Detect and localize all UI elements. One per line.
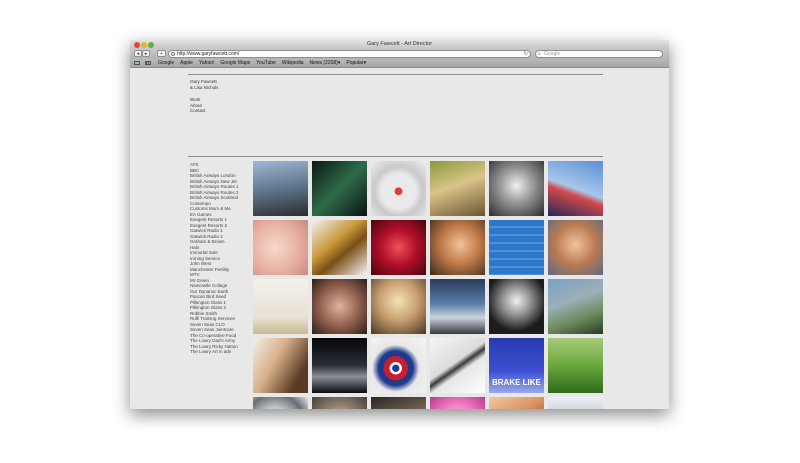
forward-button[interactable]: ▸ [142,50,150,57]
browser-toolbar: ◂ ▸ + http://www.garyfawcett.com/ ↻ ⌕ Go… [130,49,669,59]
site-owner-names: Gary Fawcett & Lisa Nichols [190,79,219,90]
moustache-man-tile[interactable] [548,220,603,275]
client-link[interactable]: Ruffi Training Services [190,316,239,322]
back-button[interactable]: ◂ [134,50,142,57]
client-link[interactable]: The Lowry Dad's Army [190,338,239,344]
globe-icon [171,52,175,56]
police-van-tile[interactable] [430,279,485,334]
bookmark-link[interactable]: Popular▾ [346,60,366,66]
clock-tower-tile[interactable] [253,161,308,216]
site-nav: Work About Contact [190,97,206,114]
swiss-knife-tile[interactable] [371,161,426,216]
brake-poster-tile[interactable]: BRAKE LIKE [489,338,544,393]
dark-shoe-tile[interactable] [312,338,367,393]
pen-tile[interactable] [430,338,485,393]
url-text: http://www.garyfawcett.com/ [177,51,240,57]
blonde-woman-tile[interactable] [371,279,426,334]
client-list: ATS BBC British Airways London British Airw… [190,162,239,355]
client-link[interactable]: British Airways London [190,173,239,179]
book-icon[interactable] [134,61,140,65]
easel-chair-tile[interactable] [253,279,308,334]
address-bar[interactable]: http://www.garyfawcett.com/ ↻ [168,50,531,58]
portfolio-grid: BRAKE LIKE [253,161,603,409]
sleeping-baby-tile[interactable] [253,220,308,275]
reload-icon[interactable]: ↻ [524,51,528,57]
page-content: Gary Fawcett & Lisa Nichols Work About Cont… [130,68,669,409]
microphone-tile[interactable] [489,279,544,334]
divider [188,156,603,157]
add-bookmark-button[interactable]: + [157,50,166,57]
gold-letters-tile[interactable] [312,220,367,275]
blue-jet-tile[interactable] [489,220,544,275]
bookmark-link[interactable]: News (2208)▾ [310,60,341,66]
birds-tile[interactable] [430,161,485,216]
steel-bowl-tile[interactable] [253,397,308,409]
young-man-tile[interactable] [312,397,367,409]
owner-name: Gary Fawcett [190,79,217,84]
cheering-man-tile[interactable] [548,397,603,409]
union-jack-tile[interactable] [371,338,426,393]
client-link[interactable]: British Airways Routes 1 [190,184,239,190]
client-link[interactable]: The Lowry Art in ads [190,349,239,355]
laughing-man-tile[interactable] [489,161,544,216]
woman-profile-tile[interactable] [253,338,308,393]
bookmark-link[interactable]: Google Maps [220,60,250,66]
client-link[interactable]: British Airways Scotland [190,195,239,201]
grid-icon[interactable] [145,61,151,65]
bookmark-link[interactable]: Google [158,60,174,66]
bookmark-list: Google Apple Yahoo! Google Maps YouTube Wikip… [158,59,372,67]
golf-course-tile[interactable] [548,338,603,393]
owner-name: & Lisa Nichols [190,84,219,90]
client-link[interactable]: Seven Seas Jointcare [190,327,239,333]
title-bar: Gary Fawcett - Art Director [130,40,669,49]
nav-link[interactable]: Contact [190,108,206,114]
divider [188,74,603,75]
tile-caption: BRAKE LIKE [492,378,541,387]
green-tunnel-tile[interactable] [312,161,367,216]
window-title: Gary Fawcett - Art Director [366,41,433,47]
search-icon: ⌕ [538,51,541,57]
browser-window: Gary Fawcett - Art Director ◂ ▸ + http:/… [130,40,669,409]
bookmarks-bar: Google Apple Yahoo! Google Maps YouTube Wikip… [130,59,669,68]
airplane-tail-tile[interactable] [548,161,603,216]
search-placeholder: Google [544,51,561,57]
bookmark-link[interactable]: Yahoo! [199,60,214,66]
search-field[interactable]: ⌕ Google [535,50,663,58]
pink-pig-tile[interactable] [430,397,485,409]
woman-portrait-tile[interactable] [430,220,485,275]
red-rose-tile[interactable] [371,220,426,275]
bookmark-link[interactable]: Apple [180,60,193,66]
bookmark-link[interactable]: YouTube [256,60,276,66]
woman-face-tile[interactable] [312,279,367,334]
crowd-runner-tile[interactable] [548,279,603,334]
hands-tile[interactable] [371,397,426,409]
bookmark-link[interactable]: Wikipedia [282,60,304,66]
drinking-glass-tile[interactable] [489,397,544,409]
